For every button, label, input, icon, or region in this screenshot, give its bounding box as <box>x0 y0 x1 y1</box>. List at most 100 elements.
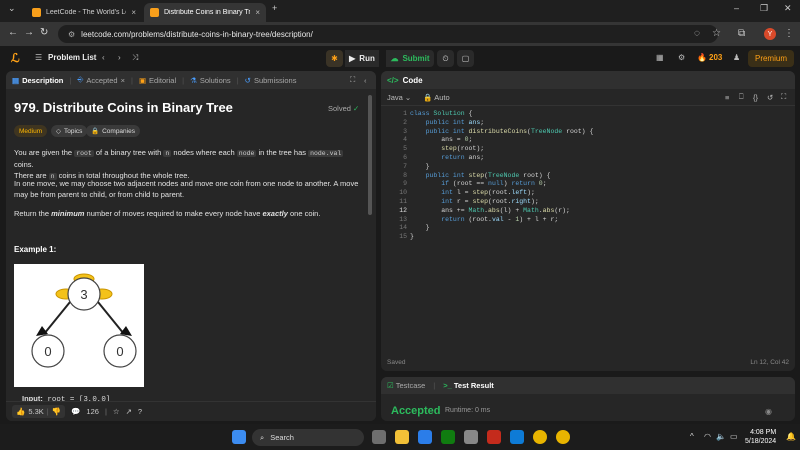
next-problem-icon[interactable]: › <box>118 53 121 62</box>
browser-tab-active[interactable]: Distribute Coins in Binary Tree × <box>144 3 266 22</box>
tray-chevron-icon[interactable]: ^ <box>690 432 694 441</box>
tab-close-icon[interactable]: × <box>255 8 260 17</box>
chrome-active-icon[interactable] <box>556 430 570 444</box>
profile-avatar[interactable]: Y <box>764 28 776 40</box>
back-icon[interactable]: ← <box>8 27 18 38</box>
vscode-icon[interactable] <box>510 430 524 444</box>
comment-count[interactable]: 126 <box>86 407 99 416</box>
inline-code: node <box>236 150 257 157</box>
tab-submissions[interactable]: ↺ Submissions <box>245 76 297 85</box>
code-editor[interactable]: class Solution { public int ans; public … <box>410 110 593 242</box>
bookmark-icon[interactable]: ⎕ <box>739 92 744 102</box>
divider: | <box>46 407 49 416</box>
line-number: 3 <box>403 127 407 135</box>
lock-icon: 🔒 <box>91 128 100 135</box>
site-info-icon[interactable]: ⚙ <box>68 30 75 39</box>
eye-icon[interactable]: ◉ <box>765 407 772 416</box>
tab-description[interactable]: ▤ Description <box>12 76 63 85</box>
photos-icon[interactable] <box>418 430 432 444</box>
example-heading: Example 1: <box>14 245 57 254</box>
cloud-upload-icon: ☁ <box>390 54 399 63</box>
companies-chip[interactable]: 🔒 Companies <box>86 125 140 137</box>
tab-label: Solutions <box>199 75 231 85</box>
tab-close-icon[interactable]: × <box>121 76 125 85</box>
chrome-icon[interactable] <box>533 430 547 444</box>
streak-count[interactable]: 203 <box>709 53 722 62</box>
leetcode-logo-icon[interactable]: ℒ <box>11 51 20 65</box>
tab-close-icon[interactable]: × <box>131 8 136 17</box>
volume-icon[interactable]: 🔈 <box>716 432 726 441</box>
cursor-position: Ln 12, Col 42 <box>750 359 789 366</box>
fullscreen-icon[interactable]: ⛶ <box>781 92 786 102</box>
minimize-icon[interactable]: – <box>734 3 739 13</box>
description-icon: ▤ <box>12 75 20 85</box>
settings-gear-icon[interactable]: ⚙ <box>678 53 685 62</box>
browser-tab-leetcode[interactable]: LeetCode - The World's Leadin × <box>26 3 142 22</box>
debug-icon[interactable]: ✱ <box>326 50 343 67</box>
tab-search-icon[interactable]: ⌄ <box>8 3 16 14</box>
share-icon[interactable]: ↗ <box>126 407 132 416</box>
wifi-icon[interactable]: ◠ <box>704 432 711 441</box>
description-tabs: ▤ Description | ⎆ Accepted × | ▣ Editorial |… <box>6 71 376 89</box>
browser-menu-icon[interactable]: ⋮ <box>784 28 794 39</box>
tab-accepted[interactable]: ⎆ Accepted × <box>77 75 125 85</box>
windows-start-icon[interactable] <box>232 430 246 444</box>
tab-editorial[interactable]: ▣ Editorial <box>139 76 176 85</box>
braces-icon[interactable]: {} <box>753 93 758 102</box>
battery-icon[interactable]: ▭ <box>730 432 738 441</box>
notification-bell-icon[interactable]: 🔔 <box>786 432 796 441</box>
expand-icon[interactable]: ⛶ <box>350 75 355 85</box>
reload-icon[interactable]: ↻ <box>40 27 48 38</box>
tab-solutions[interactable]: ⚗ Solutions <box>190 76 231 85</box>
clock-date: 5/18/2024 <box>745 438 777 445</box>
layout-grid-icon[interactable]: ▦ <box>656 53 664 62</box>
star-icon[interactable]: ☆ <box>113 407 120 416</box>
premium-button[interactable]: Premium <box>748 50 794 67</box>
eye-off-icon[interactable]: ◌ <box>694 28 700 39</box>
new-tab-icon[interactable]: + <box>272 3 277 13</box>
user-avatar-icon[interactable]: ♟ <box>733 53 740 62</box>
prev-problem-icon[interactable]: ‹ <box>102 53 105 62</box>
submit-button[interactable]: ☁ Submit <box>386 50 434 67</box>
task-view-icon[interactable] <box>372 430 386 444</box>
restore-icon[interactable]: ❐ <box>760 3 768 14</box>
description-scrollbar[interactable] <box>368 95 372 215</box>
mode-label: Auto <box>434 92 450 102</box>
settings-icon[interactable] <box>464 430 478 444</box>
timer-icon[interactable]: ⏲ <box>437 50 454 67</box>
collapse-panel-icon[interactable]: ‹ <box>364 76 367 85</box>
shuffle-icon[interactable]: ⤨ <box>132 53 138 63</box>
auto-mode-toggle[interactable]: 🔒 Auto <box>423 93 449 102</box>
format-icon[interactable]: ≡ <box>725 93 729 102</box>
play-icon: ▶ <box>349 54 356 63</box>
tab-divider: | <box>433 381 436 390</box>
like-button[interactable]: 👍 5.3K | 👎 <box>12 405 66 418</box>
file-explorer-icon[interactable] <box>395 430 409 444</box>
run-button[interactable]: ▶ Run <box>345 50 379 67</box>
tab-testcase[interactable]: ☑ Testcase <box>387 381 425 390</box>
extensions-icon[interactable]: ⧉ <box>738 28 745 39</box>
xbox-icon[interactable] <box>441 430 455 444</box>
accepted-icon: ⎆ <box>77 75 84 84</box>
tab-divider: | <box>236 75 239 85</box>
forward-icon[interactable]: → <box>24 27 34 38</box>
tab-divider: | <box>182 75 185 85</box>
reset-icon[interactable]: ↺ <box>767 93 773 102</box>
thumbs-down-icon[interactable]: 👎 <box>52 407 61 416</box>
problem-list-icon[interactable]: ☰ <box>35 53 42 62</box>
close-window-icon[interactable]: ✕ <box>784 3 792 14</box>
bookmark-star-icon[interactable]: ☆ <box>712 28 721 39</box>
app-icon[interactable] <box>487 430 501 444</box>
help-icon[interactable]: ? <box>138 407 142 416</box>
line-number: 15 <box>399 233 407 241</box>
notes-icon[interactable]: ▢ <box>457 50 474 67</box>
address-bar[interactable]: ⚙ leetcode.com/problems/distribute-coins… <box>58 25 718 43</box>
language-select[interactable]: Java ⌄ <box>387 93 411 102</box>
taskbar-search[interactable]: ⌕ Search <box>252 429 364 446</box>
problem-list-link[interactable]: Problem List <box>48 53 96 62</box>
tab-test-result[interactable]: >_ Test Result <box>443 381 494 390</box>
topics-chip[interactable]: ◇ Topics <box>51 125 88 137</box>
system-clock[interactable]: 4:08 PM 5/18/2024 <box>745 428 776 446</box>
run-label: Run <box>359 54 375 63</box>
comment-icon[interactable]: 💬 <box>71 407 80 416</box>
